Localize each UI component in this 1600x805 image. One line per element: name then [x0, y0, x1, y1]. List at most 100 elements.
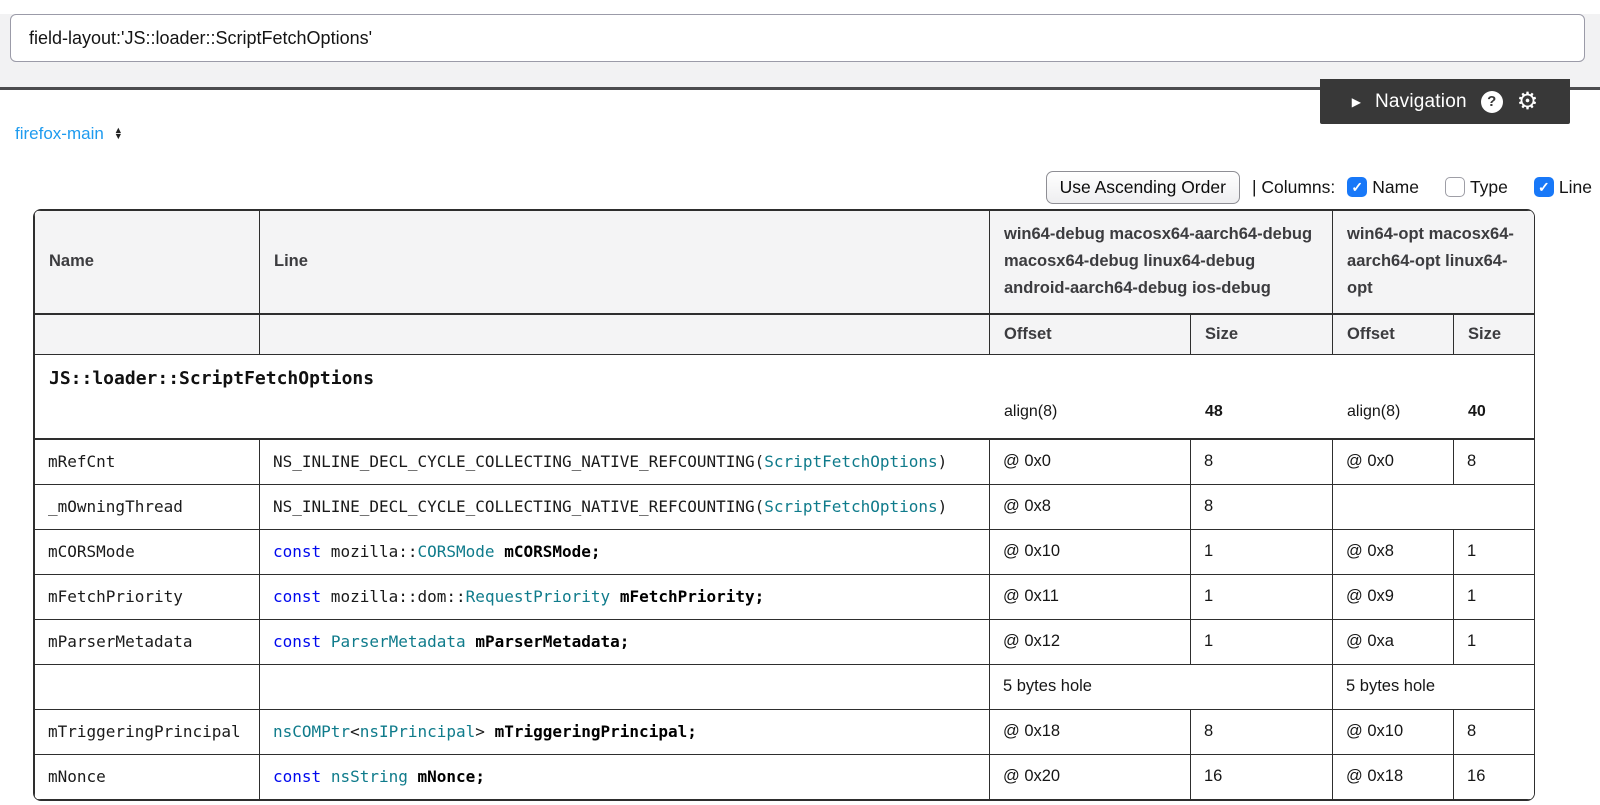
field-row: 5 bytes hole5 bytes hole: [35, 664, 1535, 709]
subheader-empty-name: [35, 314, 260, 355]
opt-size: 1: [1454, 574, 1535, 619]
checkbox-label: Name: [1372, 177, 1419, 198]
checkbox-label: Line: [1559, 177, 1592, 198]
gear-icon[interactable]: ⚙: [1517, 90, 1539, 114]
opt-total-size: 40: [1454, 403, 1534, 421]
search-input[interactable]: [10, 14, 1585, 62]
code-text: [321, 767, 331, 786]
field-declaration: const mozilla::CORSMode mCORSMode;: [260, 529, 990, 574]
tree-selector-row: firefox-main ▲ ▼: [15, 123, 1600, 145]
type-link[interactable]: ParserMetadata: [331, 632, 466, 651]
debug-offset: @ 0x10: [990, 529, 1191, 574]
opt-offset: @ 0x18: [1333, 754, 1454, 799]
debug-offset: @ 0x20: [990, 754, 1191, 799]
type-link[interactable]: nsCOMPtr: [273, 722, 350, 741]
debug-offset: @ 0x8: [990, 484, 1191, 529]
opt-offset: @ 0x10: [1333, 709, 1454, 754]
debug-size: 1: [1191, 529, 1333, 574]
field-declaration: const nsString mNonce;: [260, 754, 990, 799]
field-name: _mOwningThread: [35, 484, 260, 529]
code-text: [321, 632, 331, 651]
type-link[interactable]: ScriptFetchOptions: [764, 497, 937, 516]
opt-offset: @ 0x9: [1333, 574, 1454, 619]
class-name: JS::loader::ScriptFetchOptions: [35, 355, 1534, 389]
type-link[interactable]: nsIPrincipal: [360, 722, 476, 741]
field-row: mNonceconst nsString mNonce;@ 0x2016@ 0x…: [35, 754, 1535, 799]
field-declaration: const mozilla::dom::RequestPriority mFet…: [260, 574, 990, 619]
opt-size: 1: [1454, 529, 1535, 574]
code-text: [495, 542, 505, 561]
opt-size: 16: [1454, 754, 1535, 799]
keyword: const: [273, 767, 321, 786]
use-ascending-order-button[interactable]: Use Ascending Order: [1046, 171, 1240, 204]
field-declaration: const ParserMetadata mParserMetadata;: [260, 619, 990, 664]
field-declaration: nsCOMPtr<nsIPrincipal> mTriggeringPrinci…: [260, 709, 990, 754]
debug-hole: 5 bytes hole: [990, 664, 1333, 709]
navigation-panel-title[interactable]: Navigation: [1375, 91, 1467, 113]
column-checkbox-name[interactable]: ✓Name: [1347, 177, 1419, 198]
column-checkbox-type[interactable]: Type: [1445, 177, 1508, 198]
debug-offset: @ 0x0: [990, 439, 1191, 484]
opt-align: align(8): [1333, 403, 1454, 421]
expand-triangle-icon[interactable]: ▶: [1352, 96, 1361, 108]
subheader-debug-offset: Offset: [990, 314, 1191, 355]
tree-switch-icon[interactable]: ▲ ▼: [114, 128, 123, 139]
checkbox-checked-icon[interactable]: ✓: [1347, 177, 1367, 197]
debug-size: 1: [1191, 619, 1333, 664]
code-text: mCORSMode;: [504, 542, 600, 561]
opt-empty: [1333, 484, 1535, 529]
type-link[interactable]: nsString: [331, 767, 408, 786]
code-text: mNonce;: [418, 767, 485, 786]
opt-size: 8: [1454, 439, 1535, 484]
subheader-debug-size: Size: [1191, 314, 1333, 355]
debug-offset: @ 0x18: [990, 709, 1191, 754]
debug-align: align(8): [990, 403, 1191, 421]
type-link[interactable]: CORSMode: [418, 542, 495, 561]
code-text: mozilla::dom::: [321, 587, 466, 606]
field-row: mRefCnt NS_INLINE_DECL_CYCLE_COLLECTING_N…: [35, 439, 1535, 484]
type-link[interactable]: RequestPriority: [466, 587, 611, 606]
keyword: const: [273, 542, 321, 561]
field-name: mRefCnt: [35, 439, 260, 484]
opt-offset: @ 0x0: [1333, 439, 1454, 484]
checkbox-checked-icon[interactable]: ✓: [1534, 177, 1554, 197]
code-text: >: [475, 722, 494, 741]
field-declaration: NS_INLINE_DECL_CYCLE_COLLECTING_NATIVE_R…: [260, 439, 990, 484]
code-text: NS_INLINE_DECL_CYCLE_COLLECTING_NATIVE_R…: [273, 452, 764, 471]
field-name: mCORSMode: [35, 529, 260, 574]
tree-selector-link[interactable]: firefox-main: [15, 124, 104, 144]
field-layout-table: Name Line win64-debug macosx64-aarch64-d…: [33, 209, 1535, 801]
class-align-row: align(8) 48 align(8) 40: [35, 403, 1534, 421]
opt-size: 8: [1454, 709, 1535, 754]
subheader-opt-offset: Offset: [1333, 314, 1454, 355]
debug-size: 8: [1191, 709, 1333, 754]
platform-group-debug: win64-debug macosx64-aarch64-debug macos…: [990, 211, 1333, 314]
checkbox-unchecked-icon[interactable]: [1445, 177, 1465, 197]
code-text: ): [938, 497, 948, 516]
column-header-name: Name: [35, 211, 260, 314]
opt-offset: @ 0x8: [1333, 529, 1454, 574]
debug-size: 8: [1191, 439, 1333, 484]
subheader-opt-size: Size: [1454, 314, 1535, 355]
code-text: ): [938, 452, 948, 471]
opt-size: 1: [1454, 619, 1535, 664]
debug-offset: @ 0x11: [990, 574, 1191, 619]
opt-offset: @ 0xa: [1333, 619, 1454, 664]
column-checkbox-line[interactable]: ✓Line: [1534, 177, 1592, 198]
debug-size: 8: [1191, 484, 1333, 529]
type-link[interactable]: ScriptFetchOptions: [764, 452, 937, 471]
navigation-panel[interactable]: ▶ Navigation ? ⚙: [1320, 79, 1570, 124]
code-text: [466, 632, 476, 651]
column-checkboxes: ✓NameType✓Line: [1347, 177, 1592, 198]
columns-label: | Columns:: [1252, 177, 1335, 198]
keyword: const: [273, 587, 321, 606]
debug-offset: @ 0x12: [990, 619, 1191, 664]
column-header-line: Line: [260, 211, 990, 314]
help-icon[interactable]: ?: [1481, 91, 1503, 113]
code-text: [408, 767, 418, 786]
code-text: NS_INLINE_DECL_CYCLE_COLLECTING_NATIVE_R…: [273, 497, 764, 516]
debug-size: 16: [1191, 754, 1333, 799]
checkbox-label: Type: [1470, 177, 1508, 198]
code-text: mozilla::: [321, 542, 417, 561]
code-text: mFetchPriority;: [620, 587, 765, 606]
